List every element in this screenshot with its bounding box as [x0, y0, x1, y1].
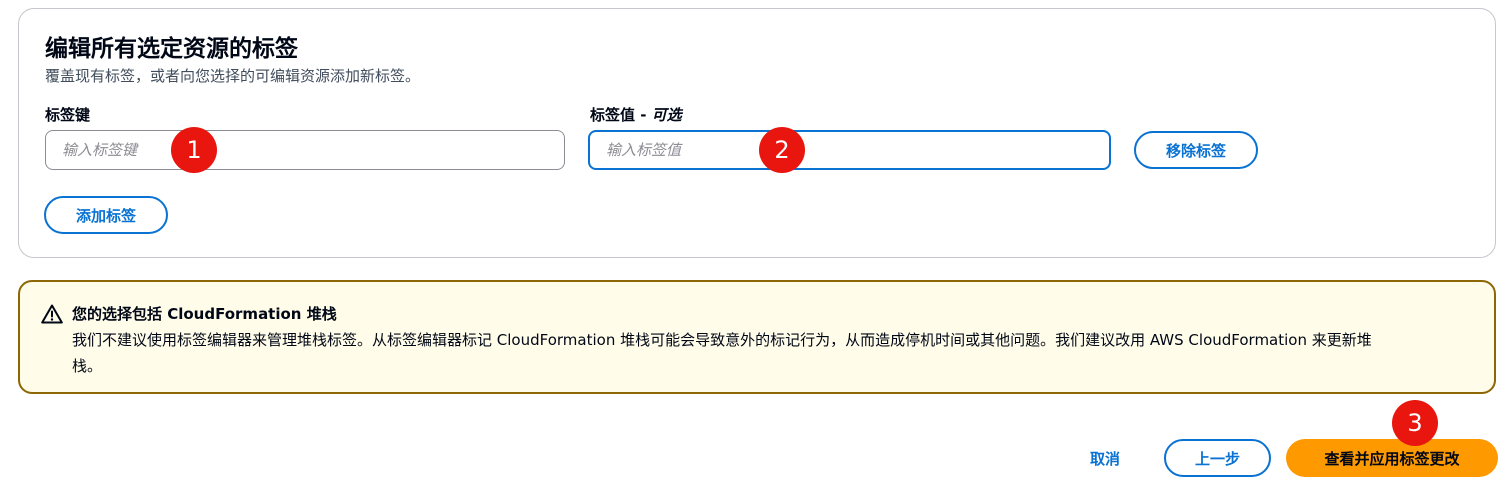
warning-icon [41, 304, 63, 324]
cancel-button[interactable]: 取消 [1070, 440, 1140, 476]
alert-title: 您的选择包括 CloudFormation 堆栈 [72, 305, 337, 323]
add-tag-button[interactable]: 添加标签 [44, 196, 168, 234]
cloudformation-warning-alert: 您的选择包括 CloudFormation 堆栈 我们不建议使用标签编辑器来管理… [18, 280, 1496, 394]
step-marker-2: 2 [759, 127, 805, 173]
step-marker-3: 3 [1392, 400, 1438, 446]
tag-key-label: 标签键 [45, 104, 90, 125]
tag-value-label: 标签值 - 可选 [590, 104, 682, 125]
previous-step-button[interactable]: 上一步 [1164, 439, 1271, 477]
tag-key-input[interactable] [45, 130, 565, 170]
remove-tag-button[interactable]: 移除标签 [1134, 131, 1258, 169]
tag-key-label-text: 标签键 [45, 106, 91, 124]
review-apply-tag-changes-button[interactable]: 查看并应用标签更改 [1286, 439, 1498, 477]
alert-body: 我们不建议使用标签编辑器来管理堆栈标签。从标签编辑器标记 CloudFormat… [72, 331, 1372, 375]
tag-value-optional: 可选 [651, 106, 682, 124]
tag-value-input[interactable] [588, 130, 1111, 170]
edit-tags-panel: 编辑所有选定资源的标签 覆盖现有标签，或者向您选择的可编辑资源添加新标签。 标签… [18, 8, 1496, 258]
step-marker-1: 1 [171, 127, 217, 173]
tag-value-label-text: 标签值 - [590, 106, 652, 124]
panel-description: 覆盖现有标签，或者向您选择的可编辑资源添加新标签。 [45, 67, 421, 85]
panel-title: 编辑所有选定资源的标签 [45, 36, 298, 62]
